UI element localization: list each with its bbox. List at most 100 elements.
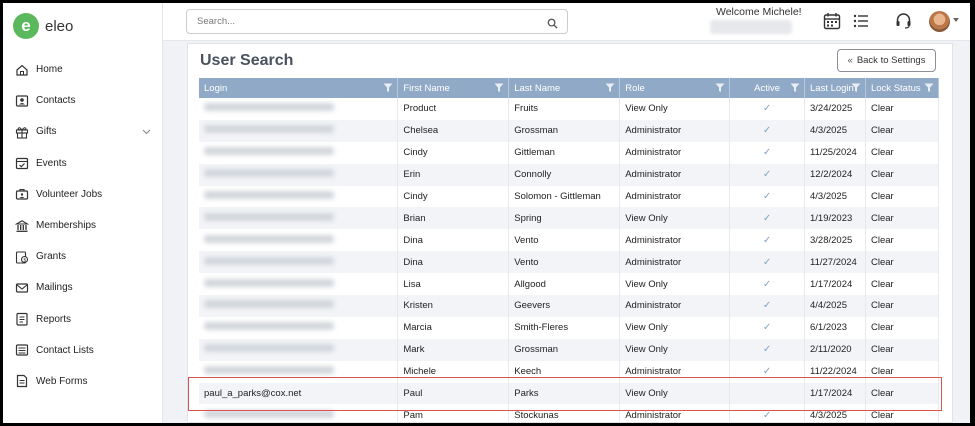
cell-login-redacted[interactable] [199, 119, 399, 142]
table-row[interactable]: Cindy Solomon - Gittleman Administrator ✓ 4/… [199, 185, 940, 208]
sidebar-item-web-forms[interactable]: Web Forms [3, 366, 163, 397]
filter-icon[interactable] [924, 83, 934, 96]
table-row[interactable]: Pam Stockunas Administrator ✓ 4/3/2025 Clear [199, 404, 940, 422]
filter-icon[interactable] [605, 83, 615, 96]
cell-lock-status: Clear [865, 185, 940, 208]
user-search-panel: User Search « Back to Settings Login Firs… [187, 43, 953, 423]
home-icon [15, 63, 29, 77]
cell-role: View Only [619, 382, 731, 405]
cell-login-redacted[interactable] [199, 98, 399, 120]
gift-icon [15, 125, 29, 139]
calendar-icon[interactable] [823, 12, 841, 35]
cell-login-redacted[interactable] [199, 338, 399, 361]
cell-login-redacted[interactable] [199, 404, 399, 422]
sidebar-item-home[interactable]: Home [3, 54, 163, 85]
cell-last-name: Allgood [508, 273, 621, 296]
cell-last-name: Vento [508, 251, 621, 274]
cell-role: Administrator [619, 185, 731, 208]
filter-icon[interactable] [851, 83, 861, 96]
sidebar-item-reports[interactable]: Reports [3, 304, 163, 335]
user-table: Login First Name Last Name Role Active Last L… [199, 78, 940, 422]
cell-first-name: Marcia [397, 316, 510, 339]
table-row[interactable]: Lisa Allgood View Only ✓ 1/17/2024 Clear [199, 273, 940, 296]
sidebar-item-grants[interactable]: $ Grants [3, 241, 163, 272]
cell-login-redacted[interactable] [199, 360, 399, 383]
cell-login-redacted[interactable] [199, 141, 399, 164]
table-row[interactable]: Brian Spring View Only ✓ 1/19/2023 Clear [199, 207, 940, 230]
column-header-first-name[interactable]: First Name [397, 78, 510, 98]
sidebar-nav: Home Contacts Gifts Events Volunteer Jobs Mem… [3, 54, 163, 397]
sidebar-item-events[interactable]: Events [3, 148, 163, 179]
cell-last-login: 11/25/2024 [804, 141, 866, 164]
filter-icon[interactable] [494, 83, 504, 96]
task-list-icon[interactable] [853, 13, 869, 34]
double-chevron-left-icon: « [847, 55, 853, 66]
column-header-lock-status[interactable]: Lock Status [865, 78, 940, 98]
cell-active: ✓ [729, 251, 805, 274]
cell-lock-status: Clear [865, 141, 940, 164]
table-row[interactable]: Michele Keech Administrator ✓ 11/22/2024 Clea… [199, 360, 940, 383]
logo-text: eleo [45, 17, 74, 35]
table-row[interactable]: Dina Vento Administrator ✓ 3/28/2025 Clear [199, 229, 940, 252]
cell-active: ✓ [729, 229, 805, 252]
cell-last-name: Fruits [508, 98, 621, 120]
user-avatar[interactable] [929, 11, 950, 32]
column-header-label: Login [204, 82, 228, 94]
sidebar-item-volunteer-jobs[interactable]: Volunteer Jobs [3, 179, 163, 210]
table-row-highlighted[interactable]: paul_a_parks@cox.net Paul Parks View Only 1/… [199, 382, 940, 405]
cell-login-redacted[interactable] [199, 273, 399, 296]
headset-support-icon[interactable] [895, 12, 912, 34]
user-menu-caret-icon[interactable] [953, 18, 959, 22]
table-row[interactable]: Erin Connolly Administrator ✓ 12/2/2024 Clear [199, 163, 940, 186]
table-row[interactable]: Chelsea Grossman Administrator ✓ 4/3/2025 Cle… [199, 119, 940, 142]
table-row[interactable]: Dina Vento Administrator ✓ 11/27/2024 Clear [199, 251, 940, 274]
search-input[interactable] [187, 10, 527, 33]
column-header-label: Lock Status [870, 82, 921, 94]
check-icon: ✓ [762, 169, 772, 181]
sidebar-item-mailings[interactable]: Mailings [3, 272, 163, 303]
sidebar-item-contacts[interactable]: Contacts [3, 85, 163, 116]
table-row[interactable]: Cindy Gittleman Administrator ✓ 11/25/2024 Cl… [199, 141, 940, 164]
table-row[interactable]: Kristen Geevers Administrator ✓ 4/4/2025 Clea… [199, 295, 940, 317]
cell-login-redacted[interactable] [199, 295, 399, 317]
cell-login-redacted[interactable] [199, 316, 399, 339]
sidebar-item-memberships[interactable]: Memberships [3, 210, 163, 241]
back-to-settings-button[interactable]: « Back to Settings [837, 49, 936, 72]
table-row[interactable]: Mark Grossman View Only ✓ 2/11/2020 Clear [199, 338, 940, 361]
cell-login[interactable]: paul_a_parks@cox.net [199, 382, 399, 405]
cell-role: View Only [619, 273, 731, 296]
cell-lock-status: Clear [865, 295, 940, 317]
check-icon: ✓ [762, 125, 772, 137]
column-header-login[interactable]: Login [199, 78, 399, 98]
column-header-last-login[interactable]: Last Login [804, 78, 866, 98]
search-icon[interactable] [547, 16, 558, 34]
column-header-last-name[interactable]: Last Name [508, 78, 621, 98]
filter-icon[interactable] [790, 83, 800, 96]
table-row[interactable]: Marcia Smith-Fleres View Only ✓ 6/1/2023 Clea… [199, 316, 940, 339]
logo[interactable]: e eleo [13, 13, 73, 39]
chevron-down-icon[interactable] [142, 127, 151, 138]
cell-first-name: Mark [397, 338, 510, 361]
filter-icon[interactable] [383, 83, 393, 96]
column-header-role[interactable]: Role [619, 78, 731, 98]
cell-login-redacted[interactable] [199, 163, 399, 186]
sidebar-item-contact-lists[interactable]: Contact Lists [3, 335, 163, 366]
cell-last-login: 4/4/2025 [804, 295, 866, 317]
cell-lock-status: Clear [865, 273, 940, 296]
cell-login-redacted[interactable] [199, 229, 399, 252]
cell-login-redacted[interactable] [199, 185, 399, 208]
sidebar-item-gifts[interactable]: Gifts [3, 116, 163, 147]
cell-first-name: Kristen [397, 295, 510, 317]
cell-lock-status: Clear [865, 229, 940, 252]
table-row[interactable]: Product Fruits View Only ✓ 3/24/2025 Clear [199, 98, 940, 120]
check-icon: ✓ [762, 147, 772, 159]
cell-login-redacted[interactable] [199, 251, 399, 274]
cell-login-redacted[interactable] [199, 207, 399, 230]
cell-lock-status: Clear [865, 404, 940, 422]
filter-icon[interactable] [715, 83, 725, 96]
mail-icon [15, 281, 29, 295]
back-to-settings-label: Back to Settings [856, 55, 926, 66]
column-header-active[interactable]: Active [729, 78, 805, 98]
organization-name-redacted [710, 20, 792, 34]
cell-role: Administrator [619, 360, 731, 383]
